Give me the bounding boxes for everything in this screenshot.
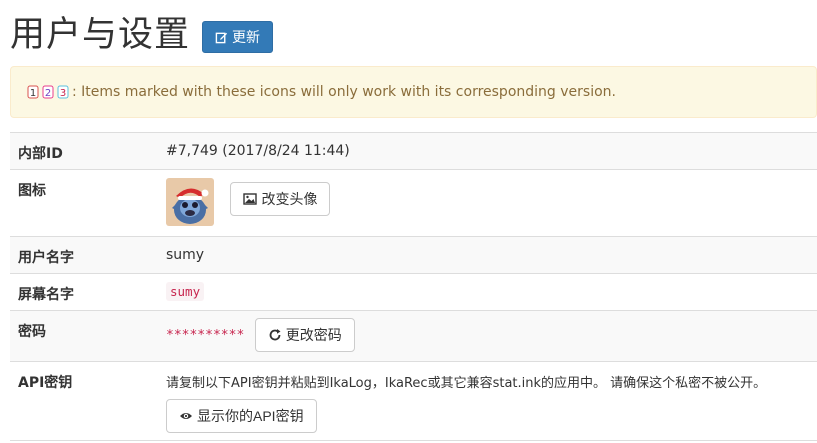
screen-name-value: sumy [166,282,205,301]
svg-text:3: 3 [60,88,66,99]
version-notice: 1 2 3 : Items marked with these icons wi… [10,66,817,118]
row-icon: 图标 改变头像 [10,169,817,237]
api-key-description: 请复制以下API密钥并粘贴到IkaLog，IkaRec或其它兼容stat.ink… [166,376,767,391]
internal-id-value: #7,749 (2017/8/24 11:44) [166,143,350,159]
change-avatar-button[interactable]: 改变头像 [230,182,331,216]
change-avatar-label: 改变头像 [261,191,318,207]
image-icon [243,193,258,205]
svg-text:1: 1 [30,88,36,99]
update-button[interactable]: 更新 [202,21,274,53]
api-key-label: API密钥 [18,375,73,391]
page-header: 用户与设置 更新 [10,12,274,58]
eye-icon [180,413,192,419]
change-password-label: 更改密码 [285,327,342,343]
screen-name-label: 屏幕名字 [18,287,74,303]
avatar [166,178,214,226]
change-password-button[interactable]: 更改密码 [254,318,355,352]
row-api-key: API密钥 请复制以下API密钥并粘贴到IkaLog，IkaRec或其它兼容st… [10,361,817,441]
version-3-icon: 3 [57,85,69,99]
edit-icon [215,32,228,43]
password-label: 密码 [18,324,46,340]
user-info-table: 内部ID #7,749 (2017/8/24 11:44) 图标 改变头像 用户… [10,132,817,441]
update-button-label: 更新 [232,29,261,45]
username-value: sumy [166,247,205,263]
version-notice-text: : Items marked with these icons will onl… [72,84,616,100]
refresh-icon [269,329,281,341]
username-label: 用户名字 [18,250,74,266]
row-username: 用户名字 sumy [10,236,817,274]
row-screen-name: 屏幕名字 sumy [10,273,817,311]
show-api-key-button[interactable]: 显示你的API密钥 [166,399,317,433]
version-2-icon: 2 [42,85,54,99]
internal-id-label: 内部ID [18,146,63,162]
version-1-icon: 1 [27,85,39,99]
icon-label: 图标 [18,183,46,199]
password-mask: ********** [166,327,245,343]
row-internal-id: 内部ID #7,749 (2017/8/24 11:44) [10,132,817,170]
row-password: 密码 ********** 更改密码 [10,310,817,362]
page-title: 用户与设置 [10,15,191,55]
show-api-key-label: 显示你的API密钥 [197,408,304,424]
svg-text:2: 2 [45,88,51,99]
